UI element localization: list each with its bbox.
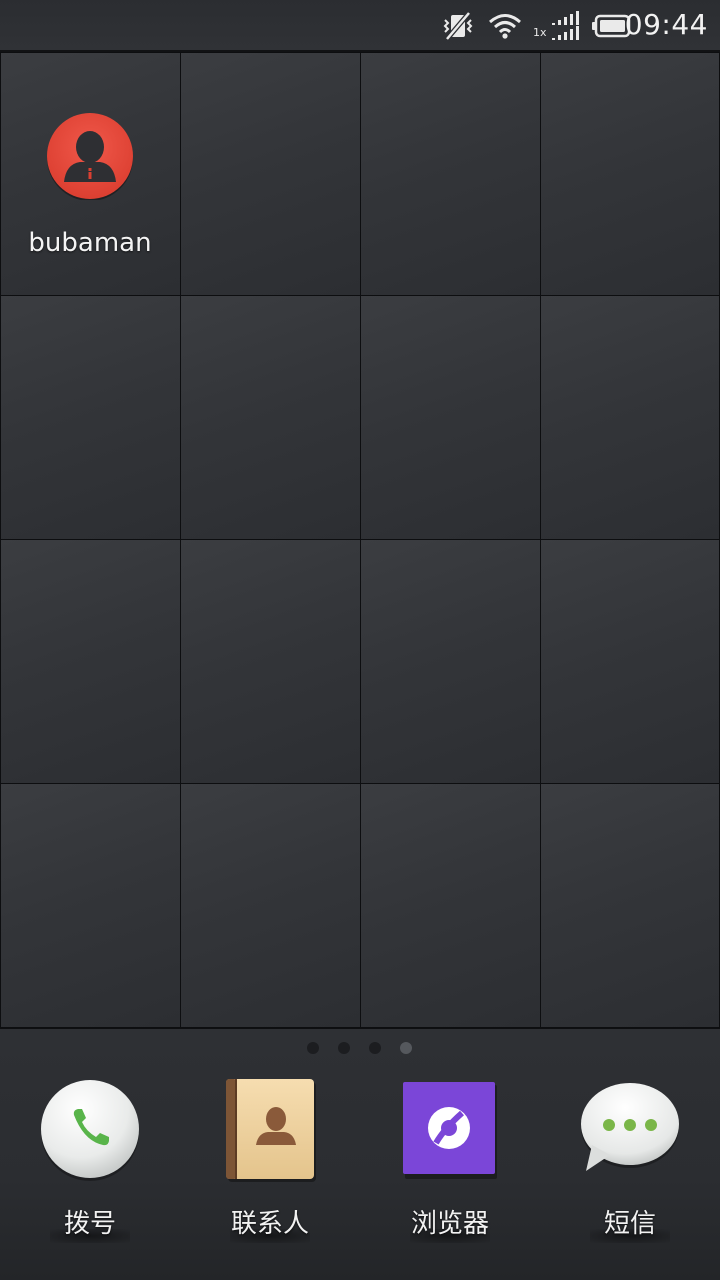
dock-item-messages[interactable]: 短信 [540,1079,720,1269]
grid-cell[interactable] [360,783,541,1028]
page-dot-current[interactable] [400,1042,412,1054]
mute-vibrate-icon [440,0,476,52]
messages-icon [580,1079,680,1183]
grid-cell[interactable] [540,539,720,784]
wifi-icon [486,0,524,52]
dock-item-contacts[interactable]: 联系人 [180,1079,360,1269]
contact-name-label: bubaman [28,228,152,258]
dock-item-browser[interactable]: 浏览器 [360,1079,540,1269]
page-dot[interactable] [307,1042,319,1054]
grid-cell[interactable] [180,295,361,540]
grid-cell[interactable] [0,295,181,540]
grid-cell[interactable] [540,295,720,540]
dock-label: 短信 [603,1209,656,1239]
dock-label: 拨号 [63,1209,116,1239]
grid-cell[interactable] [540,52,720,296]
page-dot[interactable] [338,1042,350,1054]
dock: 拨号 联系人 浏览器 短信 [0,1028,720,1280]
grid-cell[interactable] [180,783,361,1028]
home-screen: 1x 09:44 bubaman 拨号 联系人 浏览器 短信 [0,0,720,1280]
grid-cell[interactable] [540,783,720,1028]
grid-cell[interactable] [0,783,181,1028]
workspace-grid: bubaman [0,52,720,1028]
contacts-book-icon [220,1079,320,1183]
contact-shortcut-bubaman[interactable]: bubaman [0,52,180,295]
page-indicator [0,1040,720,1056]
dock-label: 联系人 [230,1209,309,1239]
dock-label: 浏览器 [410,1209,489,1239]
grid-cell[interactable] [180,539,361,784]
signal-type-label: 1x [533,26,547,39]
signal-icon: 1x [532,0,586,52]
contact-avatar-icon [46,112,134,201]
grid-cell[interactable] [360,539,541,784]
grid-cell[interactable] [180,52,361,296]
browser-icon [400,1079,500,1183]
status-bar: 1x 09:44 [0,0,720,52]
grid-cell[interactable] [0,539,181,784]
phone-icon [40,1079,140,1183]
clock: 09:44 [624,8,708,41]
dock-item-dialer[interactable]: 拨号 [0,1079,180,1269]
page-dot[interactable] [369,1042,381,1054]
grid-cell[interactable] [360,295,541,540]
grid-cell[interactable] [360,52,541,296]
